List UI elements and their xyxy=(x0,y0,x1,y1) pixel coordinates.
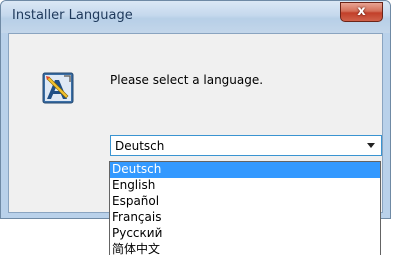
language-option[interactable]: Français xyxy=(110,210,380,226)
close-button[interactable]: x xyxy=(340,2,383,22)
language-select-value: Deutsch xyxy=(115,139,165,153)
language-option[interactable]: Español xyxy=(110,194,380,210)
close-icon: x xyxy=(357,4,366,19)
language-dropdown-list[interactable]: Deutsch English Español Français Русский 简体中文 xyxy=(109,161,381,255)
language-option[interactable]: Deutsch xyxy=(110,162,380,178)
language-option[interactable]: English xyxy=(110,178,380,194)
language-option[interactable]: Русский xyxy=(110,226,380,242)
title-bar[interactable]: Installer Language x xyxy=(1,1,390,33)
language-prompt: Please select a language. xyxy=(110,73,264,87)
window-title: Installer Language xyxy=(12,8,133,23)
installer-icon xyxy=(42,72,74,104)
language-option[interactable]: 简体中文 xyxy=(110,242,380,255)
chevron-down-icon[interactable] xyxy=(367,143,375,148)
language-select[interactable]: Deutsch xyxy=(110,135,382,156)
